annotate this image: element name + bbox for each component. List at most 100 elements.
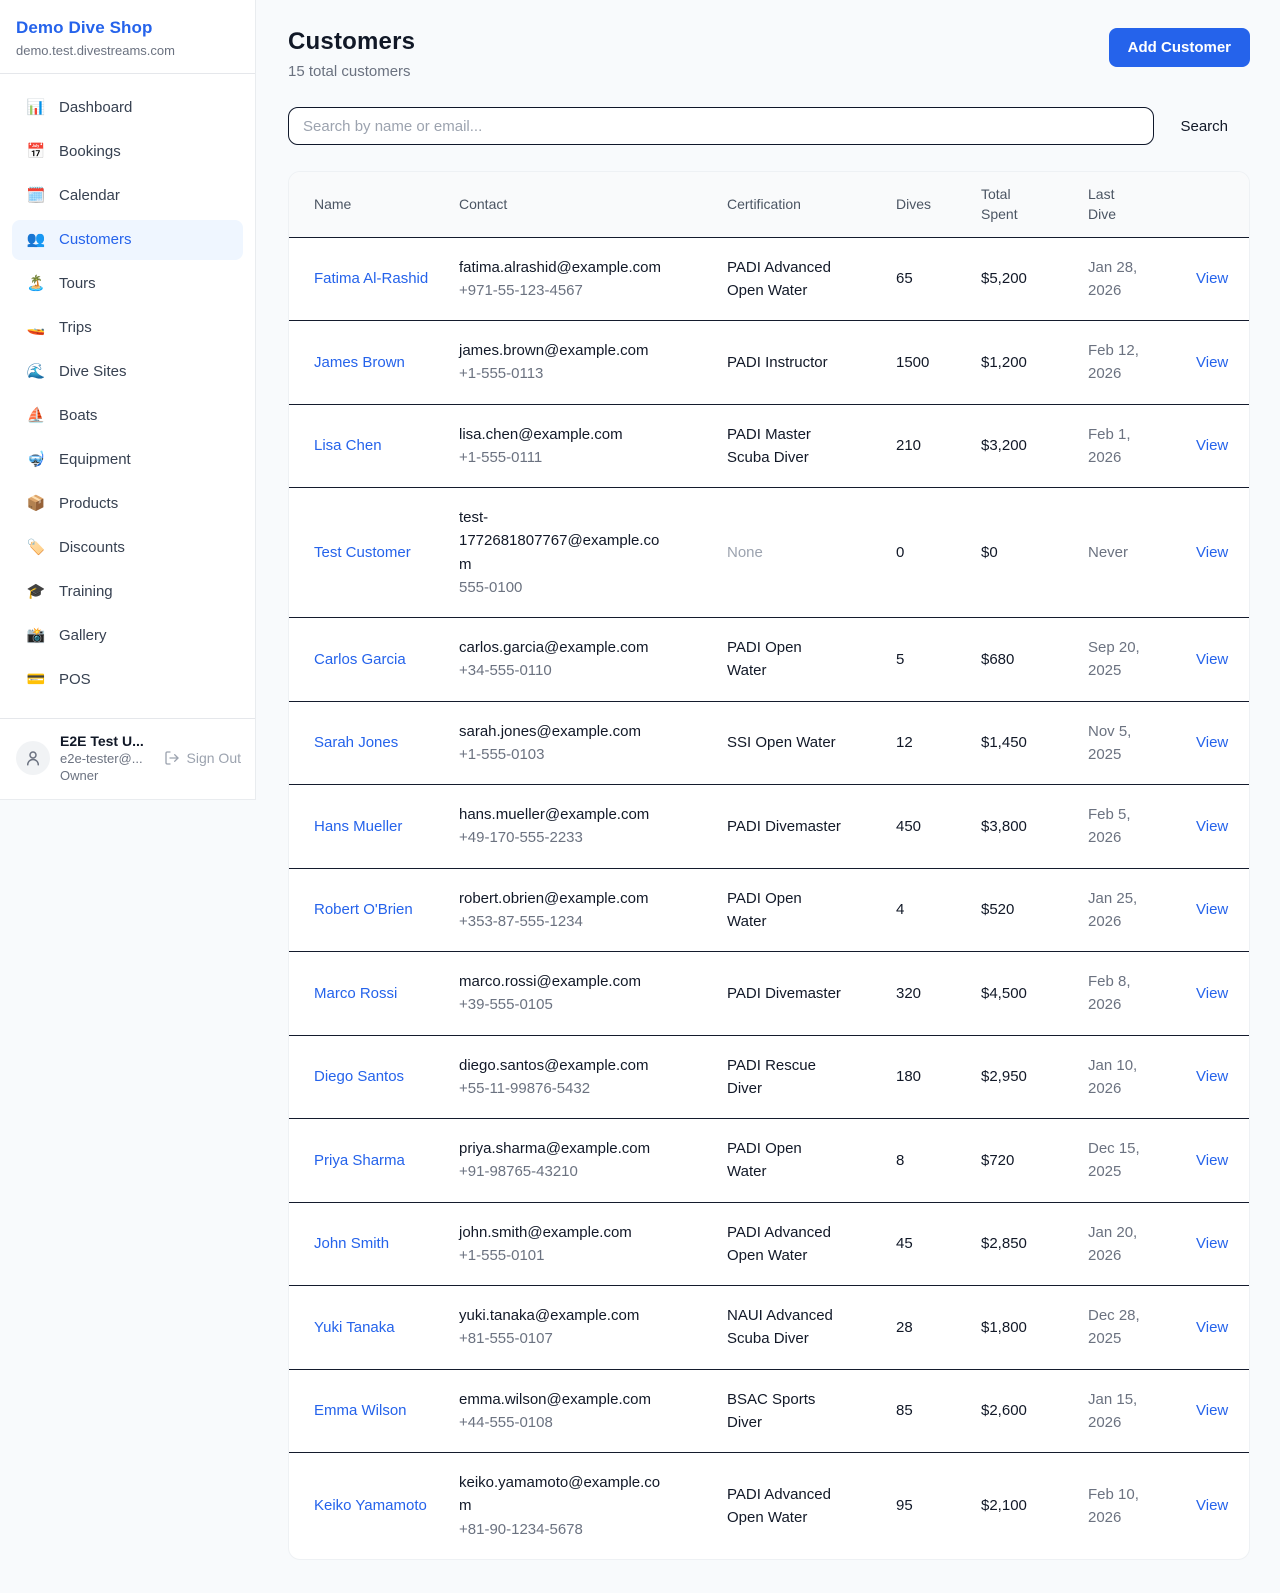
view-customer-link[interactable]: View bbox=[1196, 1235, 1228, 1252]
search-button[interactable]: Search bbox=[1154, 118, 1250, 135]
customer-name-link[interactable]: Hans Mueller bbox=[314, 815, 402, 838]
sidebar-item-trips[interactable]: 🚤Trips bbox=[12, 308, 243, 348]
view-customer-link[interactable]: View bbox=[1196, 544, 1228, 561]
sidebar-item-boats[interactable]: ⛵Boats bbox=[12, 396, 243, 436]
customer-name-link[interactable]: Priya Sharma bbox=[314, 1149, 405, 1172]
customer-phone: +55-11-99876-5432 bbox=[459, 1077, 717, 1100]
total-spent-value: $2,850 bbox=[981, 1235, 1027, 1252]
table-row: Robert O'Brienrobert.obrien@example.com+… bbox=[289, 868, 1249, 952]
actions-cell: View bbox=[1196, 1286, 1249, 1370]
customer-phone: +34-555-0110 bbox=[459, 659, 717, 682]
last-dive-value: Jan 15, 2026 bbox=[1088, 1388, 1150, 1435]
view-customer-link[interactable]: View bbox=[1196, 1402, 1228, 1419]
search-input[interactable] bbox=[288, 107, 1154, 145]
customer-name-link[interactable]: Yuki Tanaka bbox=[314, 1316, 395, 1339]
customer-name-link[interactable]: Lisa Chen bbox=[314, 434, 382, 457]
column-header-contact: Contact bbox=[459, 172, 727, 237]
column-header-actions bbox=[1196, 172, 1249, 237]
customer-count: 15 total customers bbox=[288, 63, 415, 80]
sailboat-icon: ⛵ bbox=[26, 406, 46, 426]
view-customer-link[interactable]: View bbox=[1196, 985, 1228, 1002]
last-dive-value: Dec 15, 2025 bbox=[1088, 1137, 1150, 1184]
sidebar-item-calendar[interactable]: 🗓️Calendar bbox=[12, 176, 243, 216]
certification-value: PADI Divemaster bbox=[727, 815, 841, 838]
certification-cell: PADI Open Water bbox=[727, 618, 896, 702]
actions-cell: View bbox=[1196, 404, 1249, 488]
view-customer-link[interactable]: View bbox=[1196, 734, 1228, 751]
view-customer-link[interactable]: View bbox=[1196, 354, 1228, 371]
table-row: James Brownjames.brown@example.com+1-555… bbox=[289, 321, 1249, 405]
customer-email: carlos.garcia@example.com bbox=[459, 636, 667, 659]
sidebar-item-training[interactable]: 🎓Training bbox=[12, 572, 243, 612]
customer-email: emma.wilson@example.com bbox=[459, 1388, 667, 1411]
total-spent-cell: $2,100 bbox=[981, 1453, 1088, 1559]
customer-name-link[interactable]: Fatima Al-Rashid bbox=[314, 267, 428, 290]
sign-out-button[interactable]: Sign Out bbox=[164, 750, 241, 766]
table-row: Yuki Tanaka yuki.tanaka@example.com+81-55… bbox=[289, 1286, 1249, 1370]
actions-cell: View bbox=[1196, 1369, 1249, 1453]
last-dive-value: Feb 10, 2026 bbox=[1088, 1483, 1150, 1530]
view-customer-link[interactable]: View bbox=[1196, 651, 1228, 668]
customer-email: fatima.alrashid@example.com bbox=[459, 256, 667, 279]
total-spent-value: $2,950 bbox=[981, 1068, 1027, 1085]
customer-name-link[interactable]: Carlos Garcia bbox=[314, 648, 406, 671]
customer-name-link[interactable]: Emma Wilson bbox=[314, 1399, 407, 1422]
customer-name-link[interactable]: Keiko Yamamoto bbox=[314, 1494, 427, 1517]
customer-name-link[interactable]: Diego Santos bbox=[314, 1065, 404, 1088]
customer-name-link[interactable]: James Brown bbox=[314, 351, 405, 374]
certification-value: PADI Open Water bbox=[727, 636, 843, 683]
last-dive-value: Dec 28, 2025 bbox=[1088, 1304, 1150, 1351]
view-customer-link[interactable]: View bbox=[1196, 270, 1228, 287]
certification-cell: PADI Divemaster bbox=[727, 785, 896, 869]
customer-name-link[interactable]: Robert O'Brien bbox=[314, 898, 413, 921]
bar-chart-icon: 📊 bbox=[26, 98, 46, 118]
column-header-dives: Dives bbox=[896, 172, 981, 237]
total-spent-value: $1,450 bbox=[981, 734, 1027, 751]
view-customer-link[interactable]: View bbox=[1196, 818, 1228, 835]
last-dive-value: Feb 8, 2026 bbox=[1088, 970, 1150, 1017]
sidebar-item-discounts[interactable]: 🏷️Discounts bbox=[12, 528, 243, 568]
contact-cell: priya.sharma@example.com+91-98765-43210 bbox=[459, 1119, 727, 1203]
person-icon bbox=[24, 749, 42, 767]
last-dive-cell: Nov 5, 2025 bbox=[1088, 701, 1196, 785]
customer-name-link[interactable]: Marco Rossi bbox=[314, 982, 397, 1005]
view-customer-link[interactable]: View bbox=[1196, 1497, 1228, 1514]
view-customer-link[interactable]: View bbox=[1196, 1319, 1228, 1336]
view-customer-link[interactable]: View bbox=[1196, 1068, 1228, 1085]
customer-name-link[interactable]: Test Customer bbox=[314, 541, 411, 564]
total-spent-value: $2,100 bbox=[981, 1497, 1027, 1514]
contact-cell: marco.rossi@example.com+39-555-0105 bbox=[459, 952, 727, 1036]
label-tag-icon: 🏷️ bbox=[26, 538, 46, 558]
sidebar-item-equipment[interactable]: 🤿Equipment bbox=[12, 440, 243, 480]
add-customer-button[interactable]: Add Customer bbox=[1109, 28, 1250, 67]
certification-value: PADI Advanced Open Water bbox=[727, 1483, 843, 1530]
dives-cell: 12 bbox=[896, 701, 981, 785]
view-customer-link[interactable]: View bbox=[1196, 437, 1228, 454]
customer-name-link[interactable]: John Smith bbox=[314, 1232, 389, 1255]
contact-cell: yuki.tanaka@example.com+81-555-0107 bbox=[459, 1286, 727, 1370]
sidebar-item-dive-sites[interactable]: 🌊Dive Sites bbox=[12, 352, 243, 392]
view-customer-link[interactable]: View bbox=[1196, 1152, 1228, 1169]
customer-phone: +1-555-0113 bbox=[459, 362, 717, 385]
customers-table: NameContactCertificationDivesTotal Spent… bbox=[289, 172, 1249, 1559]
customer-name-link[interactable]: Sarah Jones bbox=[314, 731, 398, 754]
view-customer-link[interactable]: View bbox=[1196, 901, 1228, 918]
total-spent-cell: $2,600 bbox=[981, 1369, 1088, 1453]
certification-cell: PADI Open Water bbox=[727, 1119, 896, 1203]
sidebar-item-pos[interactable]: 💳POS bbox=[12, 660, 243, 700]
sidebar-item-gallery[interactable]: 📸Gallery bbox=[12, 616, 243, 656]
certification-value: PADI Advanced Open Water bbox=[727, 256, 843, 303]
sidebar-item-customers[interactable]: 👥Customers bbox=[12, 220, 243, 260]
sidebar-item-dashboard[interactable]: 📊Dashboard bbox=[12, 88, 243, 128]
column-header-last-dive: Last Dive bbox=[1088, 172, 1196, 237]
name-cell: Yuki Tanaka bbox=[289, 1286, 459, 1370]
customers-table-card: NameContactCertificationDivesTotal Spent… bbox=[288, 171, 1250, 1560]
customer-email: test-1772681807767@example.com bbox=[459, 506, 667, 576]
customer-phone: +44-555-0108 bbox=[459, 1411, 717, 1434]
dives-value: 28 bbox=[896, 1319, 913, 1336]
shop-domain: demo.test.divestreams.com bbox=[16, 43, 239, 58]
last-dive-cell: Jan 20, 2026 bbox=[1088, 1202, 1196, 1286]
sidebar-item-bookings[interactable]: 📅Bookings bbox=[12, 132, 243, 172]
sidebar-item-products[interactable]: 📦Products bbox=[12, 484, 243, 524]
sidebar-item-tours[interactable]: 🏝️Tours bbox=[12, 264, 243, 304]
